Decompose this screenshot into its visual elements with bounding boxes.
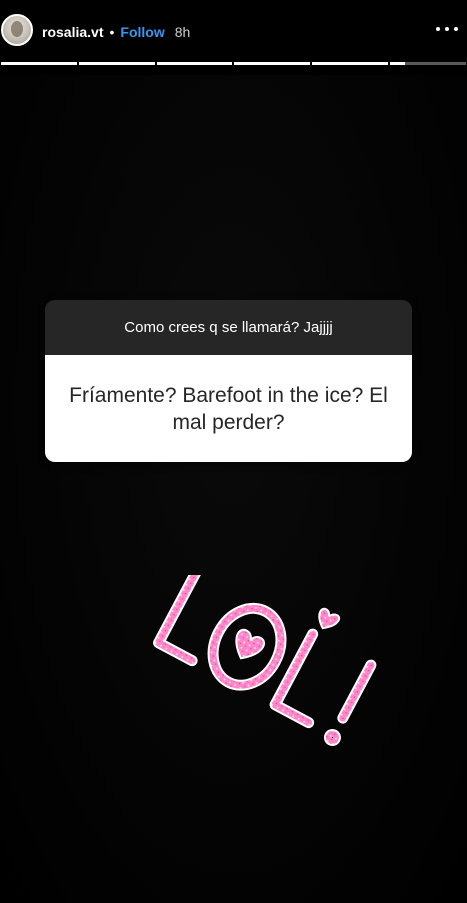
progress-segment bbox=[234, 62, 311, 65]
separator-dot: • bbox=[109, 24, 115, 40]
question-text: Como crees q se llamará? Jajjjj bbox=[45, 300, 412, 355]
question-sticker: Como crees q se llamará? Jajjjj Fríament… bbox=[45, 300, 412, 462]
menu-dot bbox=[436, 27, 440, 31]
story-header: rosalia.vt • Follow 8h bbox=[0, 0, 467, 75]
avatar[interactable] bbox=[1, 14, 33, 46]
progress-segment bbox=[312, 62, 389, 65]
story-content[interactable] bbox=[0, 75, 467, 903]
more-horizontal-icon[interactable] bbox=[436, 24, 458, 34]
progress-segment bbox=[78, 62, 155, 65]
lol-glitter-sticker-icon bbox=[118, 545, 408, 765]
menu-dot bbox=[454, 27, 458, 31]
progress-segment bbox=[1, 62, 77, 65]
user-row: rosalia.vt • Follow 8h bbox=[42, 22, 190, 42]
username[interactable]: rosalia.vt bbox=[42, 24, 103, 40]
follow-button[interactable]: Follow bbox=[120, 24, 164, 40]
progress-segment-current bbox=[390, 62, 466, 65]
progress-segment bbox=[156, 62, 233, 65]
answer-text: Fríamente? Barefoot in the ice? El mal p… bbox=[45, 355, 412, 462]
story-progress-bar bbox=[0, 62, 467, 65]
menu-dot bbox=[445, 27, 449, 31]
post-time: 8h bbox=[174, 24, 191, 40]
